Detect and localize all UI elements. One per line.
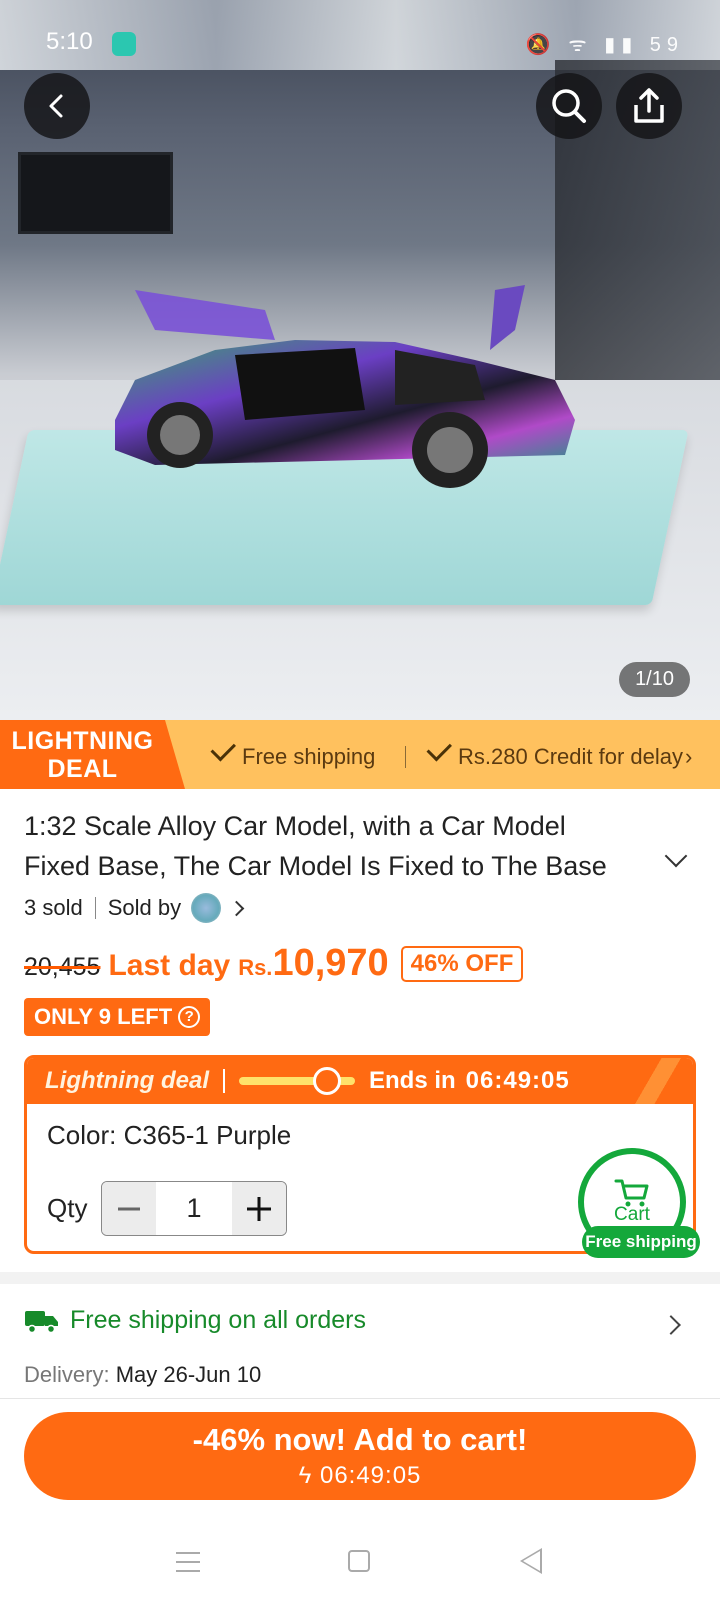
recent-apps-icon[interactable] (176, 1552, 200, 1572)
selected-color[interactable]: Color: C365-1 Purple (47, 1120, 673, 1151)
share-button[interactable] (616, 73, 682, 139)
system-nav-bar (0, 1520, 720, 1600)
status-bar: 5:10 🔕 ᯤ ▮▮ 59 (0, 0, 720, 86)
section-gap (0, 1272, 720, 1284)
feature2-label: Rs.280 Credit for delay (458, 744, 683, 769)
currency-label: Rs. (238, 955, 273, 980)
ends-in-label: Ends in (368, 1067, 456, 1094)
product-image-gallery[interactable]: 5:10 🔕 ᯤ ▮▮ 59 1/10 (0, 0, 720, 720)
share-icon (634, 88, 664, 123)
clock-icon (312, 1067, 341, 1095)
increase-qty-button[interactable] (232, 1182, 286, 1235)
divider (0, 1398, 720, 1399)
tag-line2: DEAL (47, 755, 118, 783)
shipping-title: Free shipping on all orders (70, 1306, 366, 1334)
deal-banner: LIGHTNING DEAL Free shipping Rs.280 Cred… (0, 720, 720, 789)
discount-badge: 46% OFF (400, 945, 524, 982)
plus-icon (247, 1196, 271, 1221)
product-title: 1:32 Scale Alloy Car Model, with a Car M… (24, 811, 607, 881)
lightning-bolt-icon (623, 1058, 693, 1104)
lightning-icon: ϟ (298, 1462, 313, 1489)
cta-timer-row: ϟ 06:49:05 (24, 1462, 696, 1490)
cart-label: Cart (614, 1204, 650, 1225)
delivery-dates: May 26-Jun 10 (115, 1362, 262, 1387)
system-status-icons: 🔕 ᯤ ▮▮ 59 (525, 34, 684, 56)
feature-free-shipping: Free shipping (208, 736, 376, 770)
current-price: 10,970 (272, 942, 389, 984)
quantity-value[interactable]: 1 (156, 1182, 232, 1235)
sold-count: 3 sold (24, 895, 83, 920)
meta-divider (94, 897, 96, 919)
feature1-label: Free shipping (242, 744, 376, 769)
expand-title-chevron-icon[interactable] (664, 844, 688, 868)
feature-divider (405, 746, 406, 768)
app-notification-icon (112, 32, 136, 56)
shipping-chevron-icon[interactable] (661, 1315, 681, 1335)
chevron-right-icon: › (685, 744, 693, 769)
truck-icon (25, 1310, 58, 1333)
quantity-stepper: 1 (101, 1181, 287, 1236)
back-button[interactable] (24, 73, 90, 139)
decrease-qty-button[interactable] (102, 1182, 156, 1235)
stock-badge[interactable]: ONLY 9 LEFT ? (24, 998, 211, 1036)
sold-by-label[interactable]: Sold by (108, 895, 181, 921)
seller-avatar[interactable] (191, 893, 222, 923)
status-time: 5:10 (46, 28, 93, 55)
qty-label: Qty (47, 1193, 88, 1223)
search-icon (552, 89, 586, 123)
check-icon (210, 736, 236, 762)
last-day-label: Last day (108, 949, 231, 982)
stock-label: ONLY 9 LEFT (34, 1004, 173, 1029)
minus-icon (118, 1207, 140, 1210)
delivery-label: Delivery: (24, 1362, 110, 1387)
cart-free-shipping-pill: Free shipping (582, 1226, 700, 1258)
product-meta: 3 sold Sold by (24, 893, 245, 923)
original-price: 20,455 (24, 953, 101, 981)
cta-timer: 06:49:05 (319, 1462, 422, 1489)
delivery-info: Delivery: May 26-Jun 10 (24, 1362, 261, 1388)
system-back-icon[interactable] (520, 1548, 542, 1574)
deal-timer: 06:49:05 (465, 1067, 570, 1094)
check-icon (426, 736, 452, 762)
shipping-row[interactable]: Free shipping on all orders (24, 1306, 366, 1335)
seller-chevron-icon[interactable] (228, 900, 245, 916)
image-counter: 1/10 (619, 662, 690, 697)
header-divider (222, 1069, 225, 1093)
lightning-deal-title: Lightning deal (45, 1067, 209, 1094)
tag-line1: LIGHTNING (11, 727, 154, 755)
price-row: 20,455 Last day Rs. 10,970 46% OFF (24, 942, 524, 985)
back-arrow-icon (49, 94, 63, 118)
question-icon: ? (178, 1006, 201, 1028)
deal-progress-bar (238, 1067, 355, 1095)
search-button[interactable] (536, 73, 602, 139)
feature-credit-delay[interactable]: Rs.280 Credit for delay› (424, 736, 693, 770)
lightning-deal-header: Lightning deal Ends in 06:49:05 (27, 1058, 693, 1104)
add-to-cart-button[interactable]: -46% now! Add to cart! ϟ 06:49:05 (24, 1412, 696, 1500)
lightning-deal-tag: LIGHTNING DEAL (0, 720, 185, 789)
add-to-cart-label: -46% now! Add to cart! (192, 1422, 528, 1457)
image-background-tv (18, 152, 173, 234)
home-icon[interactable] (348, 1550, 370, 1572)
product-car-image (115, 285, 575, 488)
